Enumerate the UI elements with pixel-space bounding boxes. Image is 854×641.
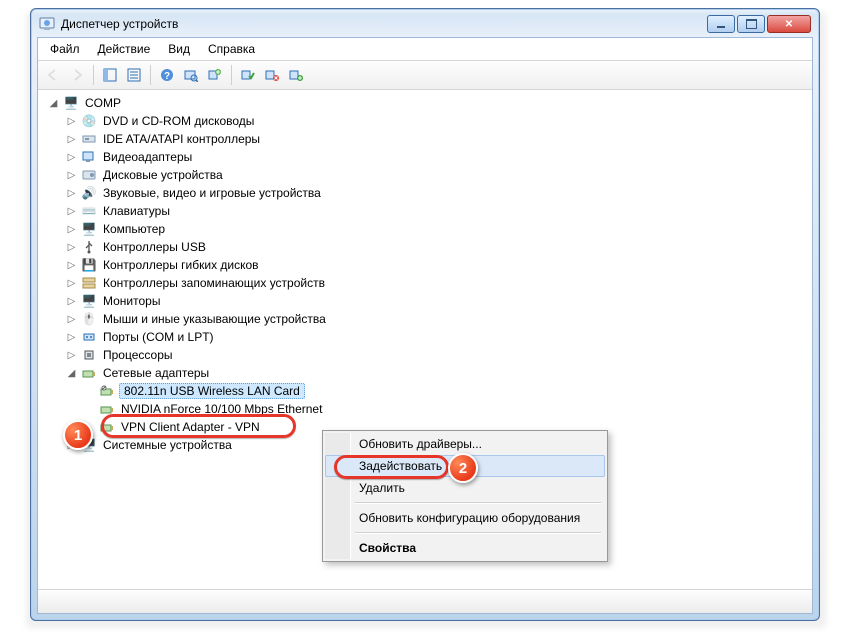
context-item-scan-hardware[interactable]: Обновить конфигурацию оборудования xyxy=(325,507,605,529)
keyboard-icon: ⌨️ xyxy=(81,203,97,219)
forward-button xyxy=(66,64,88,86)
minimize-button[interactable] xyxy=(707,15,735,33)
window-title: Диспетчер устройств xyxy=(61,17,707,31)
port-icon xyxy=(81,329,97,345)
enable-device-button[interactable] xyxy=(237,64,259,86)
titlebar[interactable]: Диспетчер устройств xyxy=(37,15,813,37)
category-ide[interactable]: ▷IDE ATA/ATAPI контроллеры xyxy=(66,130,806,148)
app-icon xyxy=(39,16,55,32)
category-usb[interactable]: ▷Контроллеры USB xyxy=(66,238,806,256)
tree-root[interactable]: ◢ 🖥️ COMP xyxy=(48,94,806,112)
floppy-icon: 💾 xyxy=(81,257,97,273)
maximize-button[interactable] xyxy=(737,15,765,33)
context-item-update-drivers[interactable]: Обновить драйверы... xyxy=(325,433,605,455)
help-button[interactable]: ? xyxy=(156,64,178,86)
back-button xyxy=(42,64,64,86)
device-wifi[interactable]: ▷802.11n USB Wireless LAN Card xyxy=(84,382,806,400)
menu-view[interactable]: Вид xyxy=(160,40,198,58)
disc-icon: 💿 xyxy=(81,113,97,129)
toolbar: ? xyxy=(38,61,812,90)
ide-icon xyxy=(81,131,97,147)
scan-hardware-button[interactable] xyxy=(180,64,202,86)
menu-action[interactable]: Действие xyxy=(90,40,159,58)
system-device-icon: 🖥️ xyxy=(81,437,97,453)
category-ports[interactable]: ▷Порты (COM и LPT) xyxy=(66,328,806,346)
category-video[interactable]: ▷Видеоадаптеры xyxy=(66,148,806,166)
add-legacy-hardware-button[interactable] xyxy=(285,64,307,86)
mouse-icon: 🖱️ xyxy=(81,311,97,327)
context-item-properties[interactable]: Свойства xyxy=(325,537,605,559)
device-nforce[interactable]: ▷NVIDIA nForce 10/100 Mbps Ethernet xyxy=(84,400,806,418)
cpu-icon xyxy=(81,347,97,363)
category-sound[interactable]: ▷🔊Звуковые, видео и игровые устройства xyxy=(66,184,806,202)
category-processor[interactable]: ▷Процессоры xyxy=(66,346,806,364)
menu-bar: Файл Действие Вид Справка xyxy=(38,38,812,61)
category-floppy[interactable]: ▷💾Контроллеры гибких дисков xyxy=(66,256,806,274)
category-mouse[interactable]: ▷🖱️Мыши и иные указывающие устройства xyxy=(66,310,806,328)
tree-root-label: COMP xyxy=(83,96,123,110)
display-adapter-icon xyxy=(81,149,97,165)
computer-icon: 🖥️ xyxy=(63,95,79,111)
network-adapter-icon xyxy=(99,383,115,399)
sound-icon: 🔊 xyxy=(81,185,97,201)
network-adapter-icon xyxy=(99,419,115,435)
category-computer[interactable]: ▷🖥️Компьютер xyxy=(66,220,806,238)
pc-icon: 🖥️ xyxy=(81,221,97,237)
network-adapter-icon xyxy=(81,365,97,381)
device-wifi-label: 802.11n USB Wireless LAN Card xyxy=(119,383,305,399)
category-disk[interactable]: ▷Дисковые устройства xyxy=(66,166,806,184)
category-network[interactable]: ◢Сетевые адаптеры xyxy=(66,364,806,382)
context-item-delete[interactable]: Удалить xyxy=(325,477,605,499)
category-storage[interactable]: ▷Контроллеры запоминающих устройств xyxy=(66,274,806,292)
category-monitor[interactable]: ▷🖥️Мониторы xyxy=(66,292,806,310)
close-button[interactable] xyxy=(767,15,811,33)
svg-text:?: ? xyxy=(164,71,170,82)
menu-file[interactable]: Файл xyxy=(42,40,88,58)
usb-icon xyxy=(81,239,97,255)
show-details-button[interactable] xyxy=(99,64,121,86)
network-adapter-icon xyxy=(99,401,115,417)
monitor-icon: 🖥️ xyxy=(81,293,97,309)
category-keyboard[interactable]: ▷⌨️Клавиатуры xyxy=(66,202,806,220)
context-menu: Обновить драйверы... Задействовать Удали… xyxy=(322,430,608,562)
properties-button[interactable] xyxy=(123,64,145,86)
category-dvd[interactable]: ▷💿DVD и CD-ROM дисководы xyxy=(66,112,806,130)
update-driver-button[interactable] xyxy=(204,64,226,86)
context-item-enable[interactable]: Задействовать xyxy=(325,455,605,477)
status-bar xyxy=(38,589,812,613)
storage-controller-icon xyxy=(81,275,97,291)
disk-icon xyxy=(81,167,97,183)
uninstall-device-button[interactable] xyxy=(261,64,283,86)
menu-help[interactable]: Справка xyxy=(200,40,263,58)
